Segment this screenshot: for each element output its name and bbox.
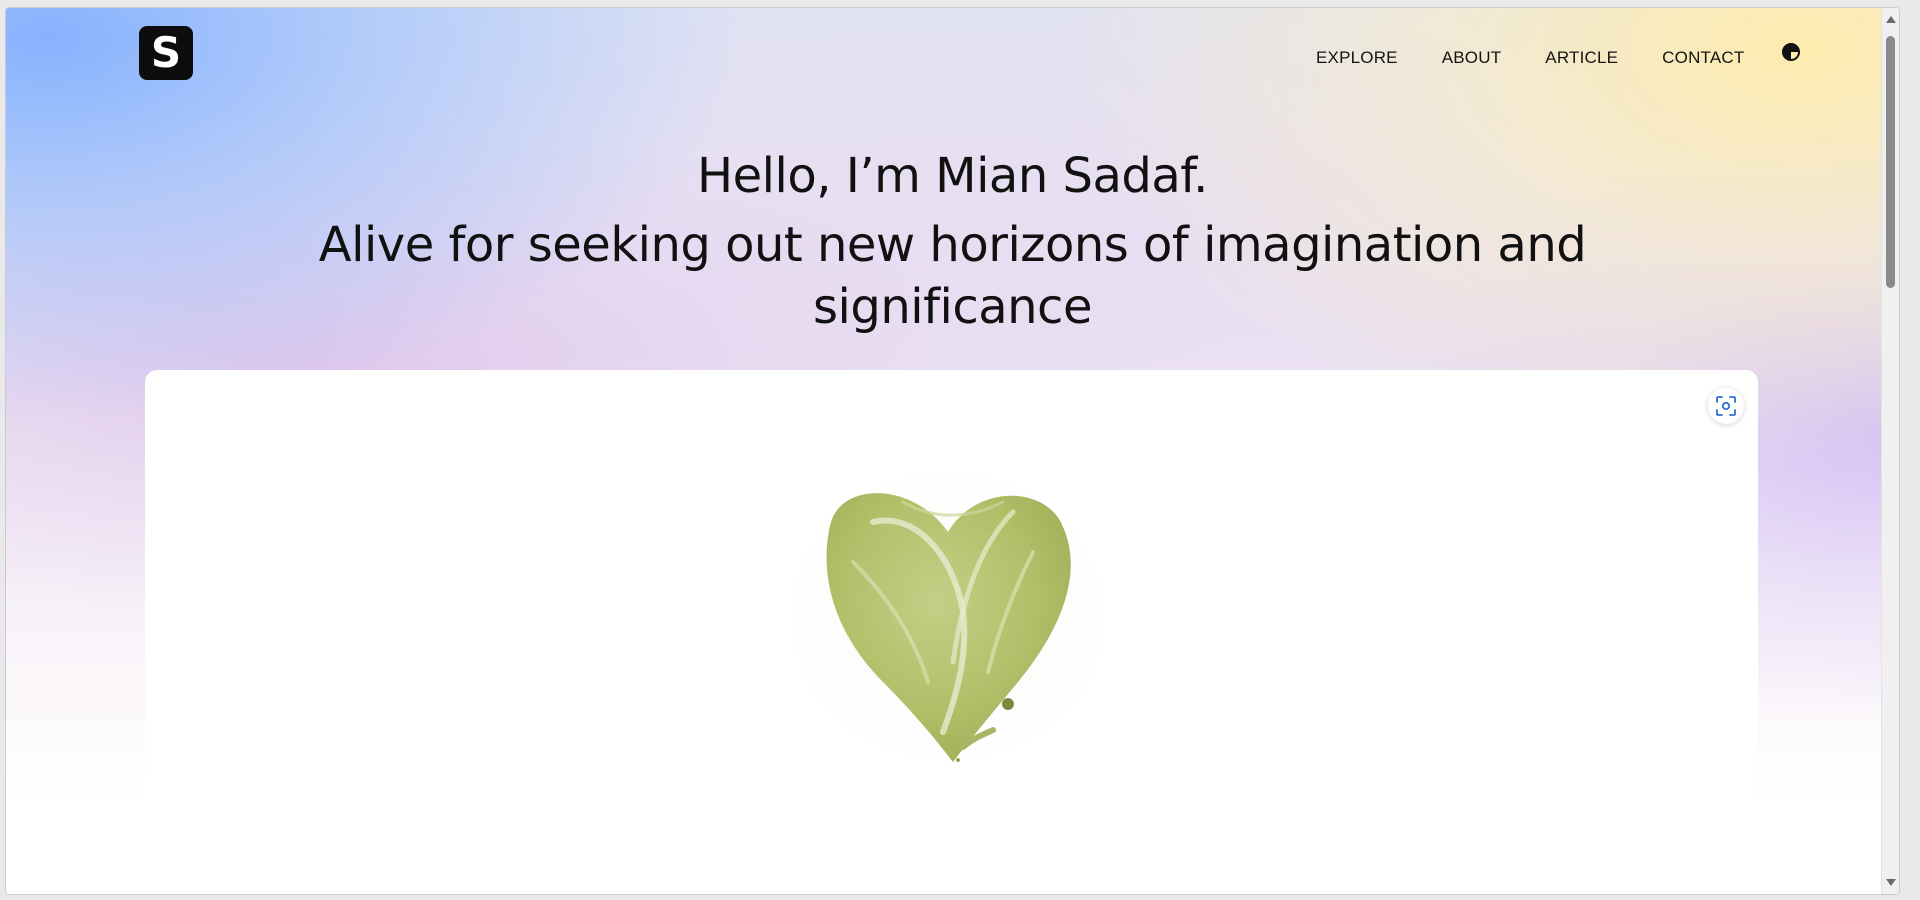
nav-item-article[interactable]: ARTICLE (1545, 48, 1618, 68)
nav-links: EXPLORE ABOUT ARTICLE CONTACT (1316, 48, 1788, 68)
showcase-card (145, 370, 1758, 894)
browser-window: S EXPLORE ABOUT ARTICLE CONTACT Hello, I… (5, 7, 1900, 895)
scroll-up-arrow-icon[interactable] (1886, 16, 1896, 23)
scroll-thumb[interactable] (1886, 36, 1895, 288)
heart-image (758, 442, 1138, 792)
logo-letter: S (150, 28, 182, 77)
contrast-icon[interactable] (1781, 42, 1801, 62)
hero-section: Hello, I’m Mian Sadaf. Alive for seeking… (6, 138, 1899, 338)
vertical-scrollbar[interactable] (1881, 8, 1899, 894)
top-navigation: S EXPLORE ABOUT ARTICLE CONTACT (6, 8, 1899, 98)
nav-item-contact[interactable]: CONTACT (1662, 48, 1744, 68)
nav-item-explore[interactable]: EXPLORE (1316, 48, 1398, 68)
focus-button[interactable] (1708, 388, 1744, 424)
hero-tagline: Alive for seeking out new horizons of im… (318, 217, 1587, 335)
focus-scan-icon (1716, 396, 1736, 416)
site-logo[interactable]: S (139, 26, 193, 80)
hero-greeting: Hello, I’m Mian Sadaf. (697, 148, 1208, 204)
nav-item-about[interactable]: ABOUT (1442, 48, 1502, 68)
page: S EXPLORE ABOUT ARTICLE CONTACT Hello, I… (6, 8, 1899, 894)
scroll-down-arrow-icon[interactable] (1886, 879, 1896, 886)
